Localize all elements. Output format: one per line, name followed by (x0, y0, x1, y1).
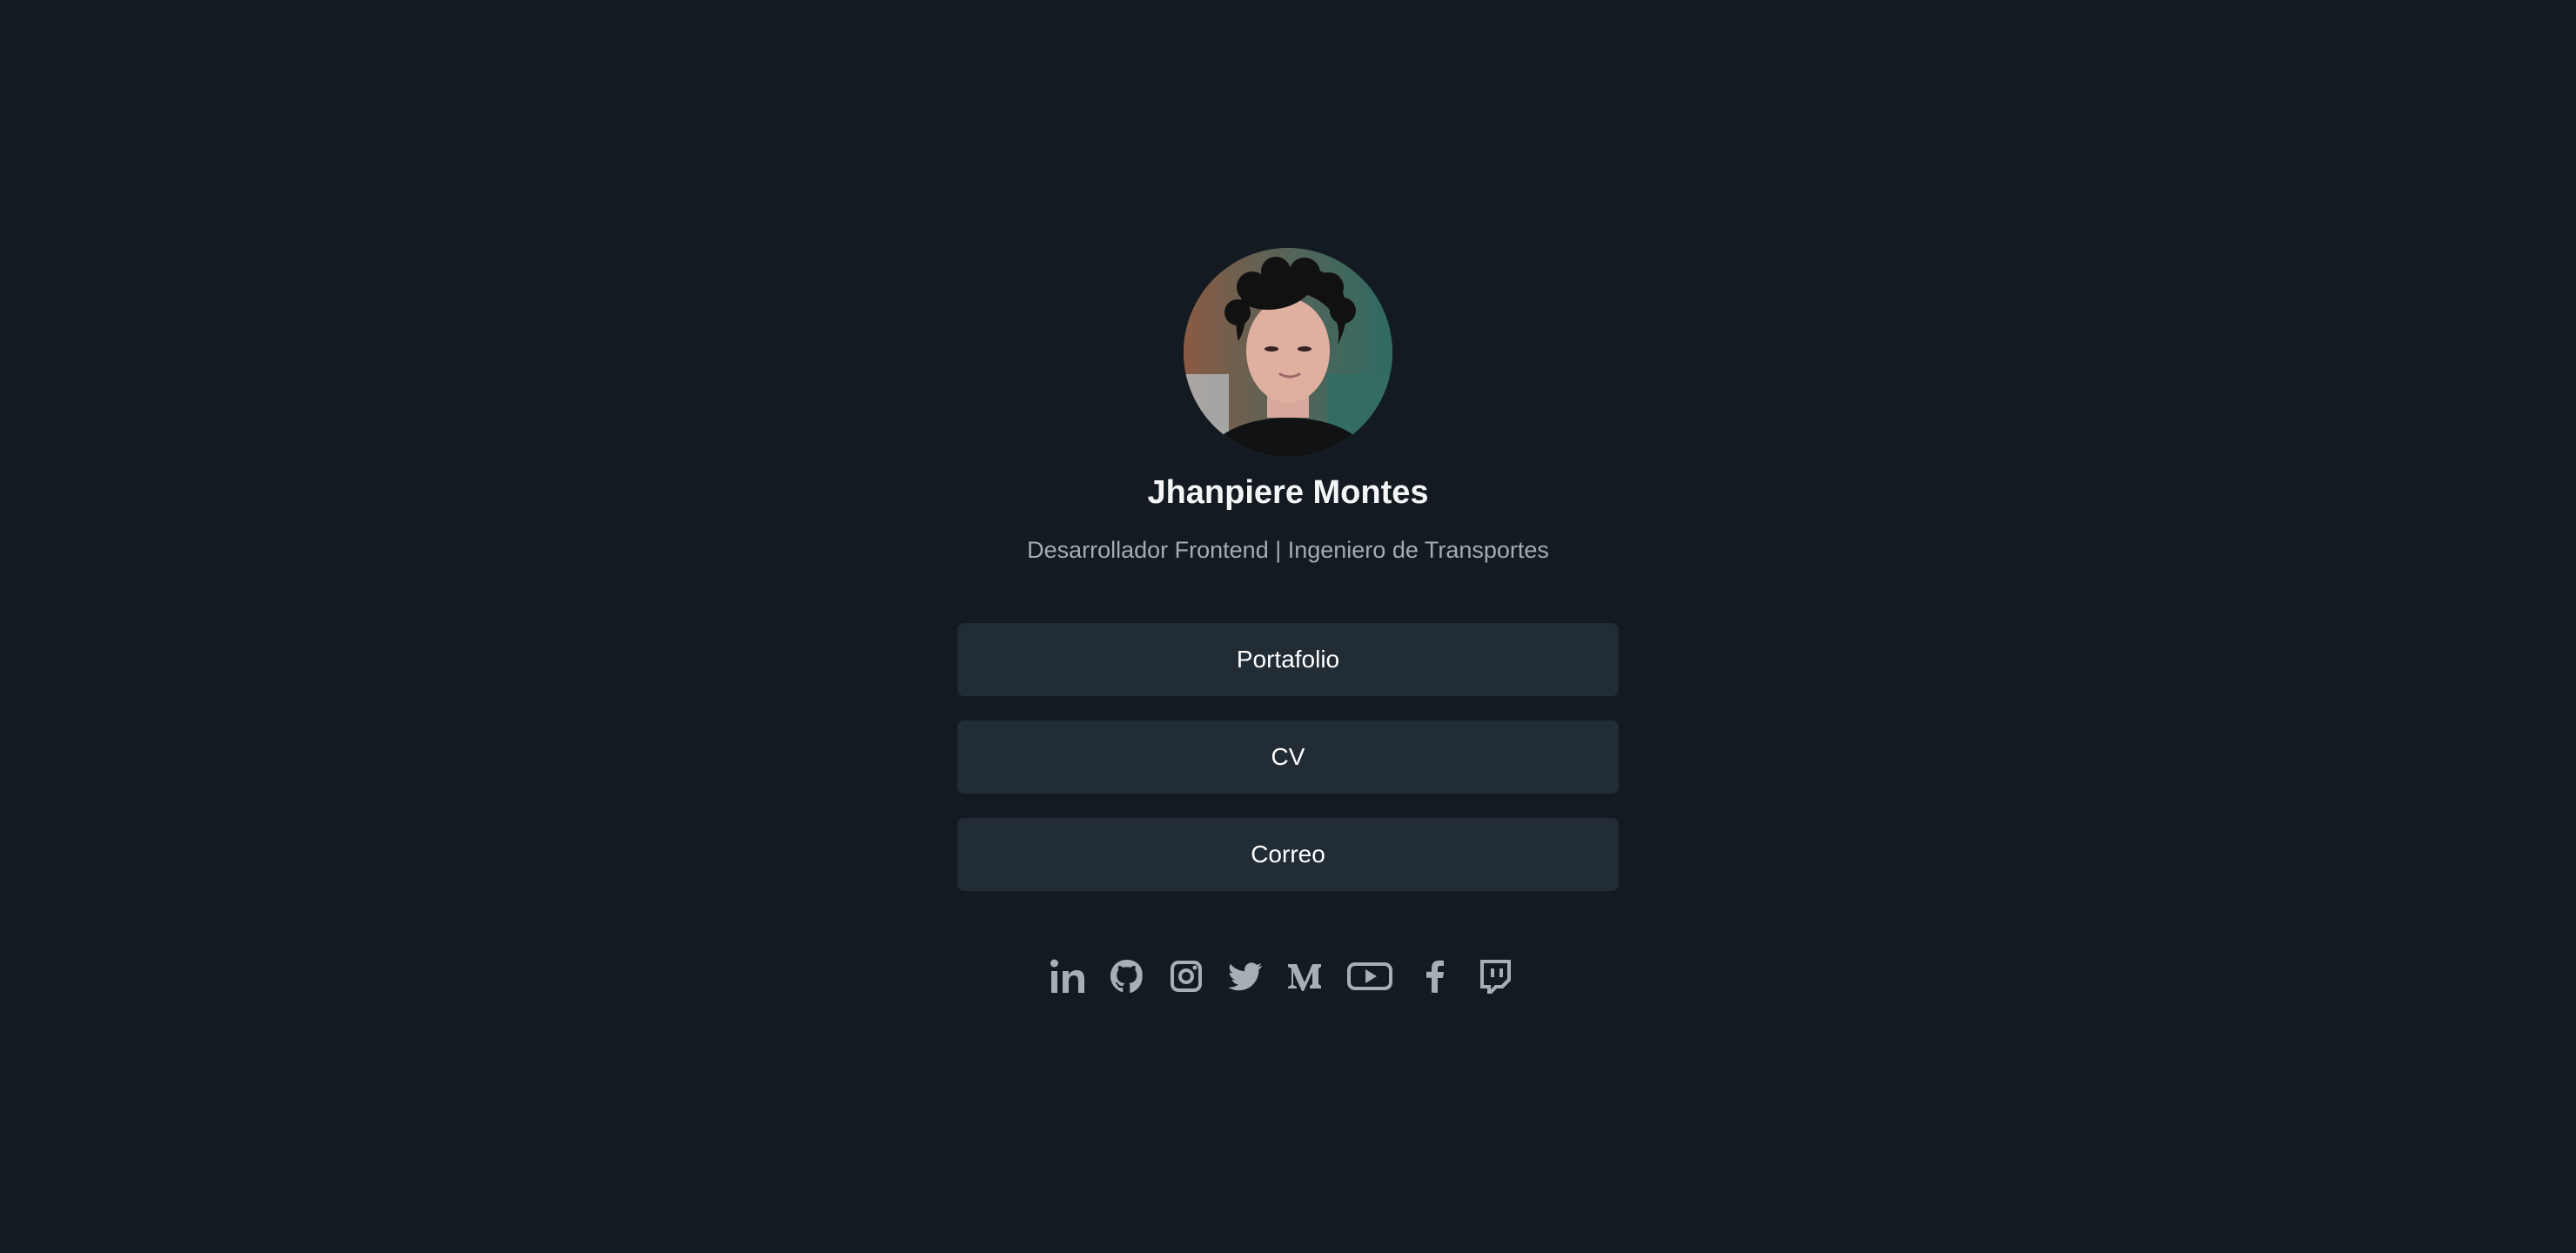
profile-name: Jhanpiere Montes (1147, 474, 1429, 511)
twitter-icon[interactable] (1227, 954, 1264, 999)
github-icon[interactable] (1109, 954, 1145, 999)
linkedin-icon[interactable] (1050, 954, 1086, 999)
profile-subtitle: Desarrollador Frontend | Ingeniero de Tr… (1027, 537, 1549, 563)
facebook-icon[interactable] (1417, 954, 1453, 999)
cv-button[interactable]: CV (957, 720, 1619, 794)
portafolio-button[interactable]: Portafolio (957, 623, 1619, 696)
twitch-icon[interactable] (1476, 954, 1513, 999)
profile-photo (1184, 248, 1392, 457)
link-list: Portafolio CV Correo (957, 623, 1619, 915)
instagram-icon[interactable] (1168, 954, 1204, 999)
correo-button[interactable]: Correo (957, 818, 1619, 891)
social-links (1050, 954, 1513, 999)
profile-card: Jhanpiere Montes Desarrollador Frontend … (0, 0, 2576, 1253)
medium-icon[interactable] (1286, 954, 1323, 999)
avatar (1184, 248, 1392, 457)
youtube-icon[interactable] (1345, 954, 1394, 999)
